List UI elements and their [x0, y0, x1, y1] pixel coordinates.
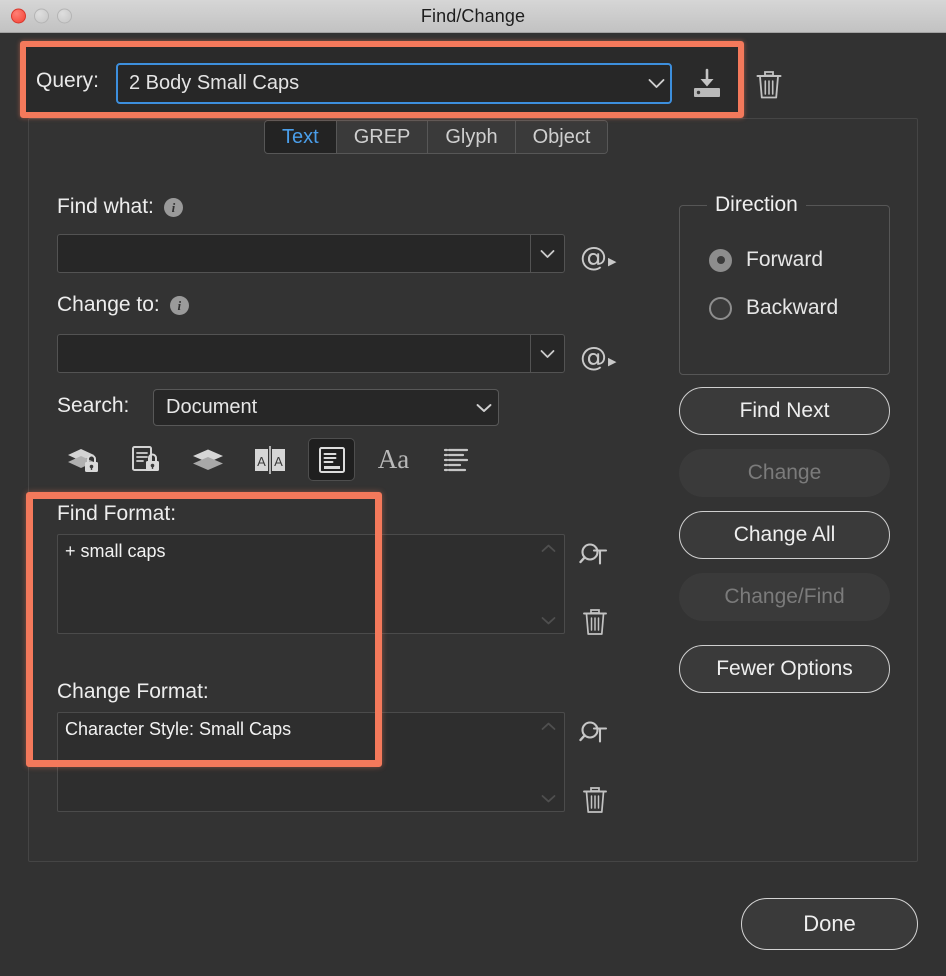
change-to-label-text: Change to:: [57, 293, 160, 316]
scroll-up-icon[interactable]: [538, 719, 558, 733]
radio-backward-indicator[interactable]: [709, 296, 732, 320]
tab-grep[interactable]: GREP: [336, 121, 429, 153]
find-what-label-text: Find what:: [57, 195, 154, 218]
window-title: Find/Change: [420, 5, 526, 26]
done-button[interactable]: Done: [741, 898, 918, 950]
radio-backward-label: Backward: [746, 296, 839, 319]
scroll-down-icon[interactable]: [538, 791, 558, 805]
search-scope-select[interactable]: Document: [153, 389, 499, 426]
delete-query-icon[interactable]: [749, 64, 789, 104]
radio-forward-label: Forward: [746, 248, 824, 271]
change-button: Change: [679, 449, 890, 497]
case-sensitive-glyph: Aa: [377, 444, 410, 474]
special-characters-icon[interactable]: @ ▶: [580, 337, 616, 371]
chevron-down-icon[interactable]: [530, 335, 564, 372]
info-icon[interactable]: i: [169, 295, 189, 315]
change-all-button[interactable]: Change All: [679, 511, 890, 559]
chevron-down-icon[interactable]: [530, 235, 564, 272]
search-label-text: Search:: [57, 394, 130, 417]
change-to-label: Change to: i: [57, 293, 189, 317]
tab-glyph[interactable]: Glyph: [428, 121, 516, 153]
scroll-down-icon[interactable]: [538, 613, 558, 627]
search-scope-value: Document: [166, 396, 258, 418]
direction-group: [679, 205, 890, 375]
change-to-input[interactable]: [57, 334, 565, 373]
window-controls: [11, 8, 72, 24]
find-what-label: Find what: i: [57, 195, 183, 219]
radio-backward[interactable]: Backward: [709, 296, 838, 320]
case-sensitive-icon[interactable]: Aa: [370, 438, 417, 481]
close-button[interactable]: [11, 8, 26, 24]
query-combobox[interactable]: 2 Body Small Caps: [116, 63, 672, 104]
tab-object[interactable]: Object: [515, 121, 608, 153]
chevron-down-icon[interactable]: [642, 65, 670, 102]
mode-tabs: Text GREP Glyph Object: [264, 120, 609, 154]
query-label: Query:: [36, 69, 100, 92]
clear-format-icon[interactable]: [575, 603, 615, 641]
change-format-label: Change Format:: [57, 680, 209, 703]
chevron-down-icon[interactable]: [470, 390, 498, 425]
minimize-button[interactable]: [34, 8, 49, 24]
find-format-box[interactable]: + small caps: [57, 534, 565, 634]
include-hidden-layers-icon[interactable]: [184, 438, 231, 481]
info-icon[interactable]: i: [163, 197, 183, 217]
specify-attributes-icon[interactable]: [575, 537, 615, 575]
include-footnotes-icon[interactable]: [308, 438, 355, 481]
find-next-button[interactable]: Find Next: [679, 387, 890, 435]
save-query-icon[interactable]: [686, 64, 728, 104]
whole-word-icon[interactable]: [432, 438, 479, 481]
find-what-input[interactable]: [57, 234, 565, 273]
tab-text[interactable]: Text: [265, 121, 337, 153]
fewer-options-button[interactable]: Fewer Options: [679, 645, 890, 693]
direction-group-title: Direction: [707, 193, 806, 217]
change-find-button: Change/Find: [679, 573, 890, 621]
change-format-box[interactable]: Character Style: Small Caps: [57, 712, 565, 812]
svg-text:A: A: [257, 454, 266, 469]
change-format-entry: Character Style: Small Caps: [65, 719, 292, 739]
window-titlebar: Find/Change: [0, 0, 946, 33]
find-format-label: Find Format:: [57, 502, 177, 525]
find-format-entry: + small caps: [65, 541, 166, 561]
svg-text:A: A: [274, 454, 283, 469]
query-value: 2 Body Small Caps: [129, 72, 300, 94]
clear-format-icon[interactable]: [575, 781, 615, 819]
radio-forward[interactable]: Forward: [709, 248, 823, 272]
scroll-up-icon[interactable]: [538, 541, 558, 555]
include-locked-layers-icon[interactable]: [60, 438, 107, 481]
maximize-button[interactable]: [57, 8, 72, 24]
include-locked-stories-icon[interactable]: [122, 438, 169, 481]
find-change-dialog: Find/Change Query: 2 Body Small Caps Tex…: [0, 0, 946, 976]
specify-attributes-icon[interactable]: [575, 715, 615, 753]
radio-forward-indicator[interactable]: [709, 248, 732, 272]
search-label: Search:: [57, 394, 129, 418]
special-characters-icon[interactable]: @ ▶: [580, 237, 616, 271]
search-options-toolbar: A A Aa: [60, 438, 479, 481]
include-master-pages-icon[interactable]: A A: [246, 438, 293, 481]
